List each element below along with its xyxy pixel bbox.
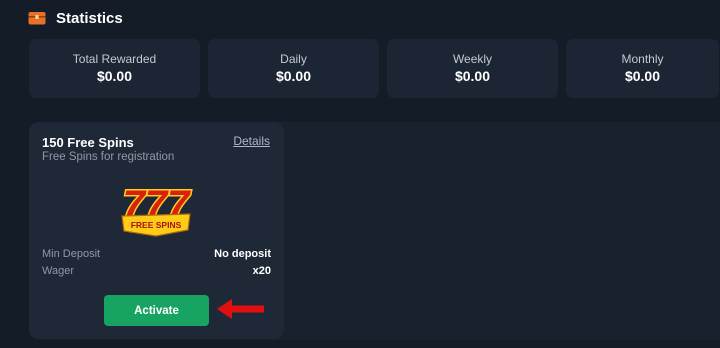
stat-card-daily: Daily $0.00 — [208, 39, 379, 98]
stat-value: $0.00 — [454, 68, 491, 84]
bonus-subtitle: Free Spins for registration — [42, 151, 175, 163]
stat-value: $0.00 — [624, 68, 661, 84]
details-link[interactable]: Details — [233, 134, 270, 148]
wager-row: Wager x20 — [42, 265, 271, 277]
activate-button[interactable]: Activate — [104, 295, 209, 326]
logo-banner-text: FREE SPINS — [131, 220, 182, 230]
stat-label: Total Rewarded — [72, 52, 157, 66]
stat-value: $0.00 — [96, 68, 133, 84]
chest-icon — [28, 11, 46, 25]
page-title: Statistics — [56, 9, 123, 27]
stat-card-monthly: Monthly $0.00 — [566, 39, 719, 98]
free-spins-logo: 777 FREE SPINS — [116, 174, 196, 242]
stat-label: Daily — [280, 52, 307, 66]
wager-label: Wager — [42, 265, 74, 277]
min-deposit-value: No deposit — [214, 248, 271, 260]
stat-value: $0.00 — [275, 68, 312, 84]
stats-row: Total Rewarded $0.00 Daily $0.00 Weekly … — [29, 39, 719, 98]
min-deposit-row: Min Deposit No deposit — [42, 248, 271, 260]
min-deposit-label: Min Deposit — [42, 248, 101, 260]
page-header: Statistics — [28, 8, 123, 28]
wager-value: x20 — [252, 265, 271, 277]
red-arrow-icon — [216, 298, 266, 320]
stat-label: Weekly — [452, 52, 493, 66]
stat-card-total-rewarded: Total Rewarded $0.00 — [29, 39, 200, 98]
bonus-title: 150 Free Spins — [42, 135, 134, 150]
stat-card-weekly: Weekly $0.00 — [387, 39, 558, 98]
stat-label: Monthly — [621, 52, 664, 66]
